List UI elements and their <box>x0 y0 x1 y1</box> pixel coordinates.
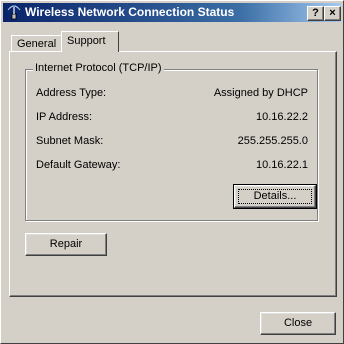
tab-support-label: Support <box>67 35 106 47</box>
address-type-value: Assigned by DHCP <box>213 87 308 99</box>
subnet-mask-value: 255.255.255.0 <box>237 135 308 147</box>
close-button[interactable]: Close <box>260 312 336 335</box>
ip-address-label: IP Address: <box>36 111 93 123</box>
subnet-mask-row: Subnet Mask: 255.255.255.0 <box>36 135 308 149</box>
tab-general[interactable]: General <box>11 35 63 52</box>
close-button-label: Close <box>283 317 313 329</box>
default-gateway-value: 10.16.22.1 <box>256 159 308 171</box>
status-dialog: Wireless Network Connection Status ? × G… <box>0 0 344 344</box>
support-tab-panel: Internet Protocol (TCP/IP) Address Type:… <box>9 51 337 297</box>
close-window-button[interactable]: × <box>324 6 341 21</box>
groupbox-title: Internet Protocol (TCP/IP) <box>33 62 164 74</box>
default-gateway-row: Default Gateway: 10.16.22.1 <box>36 159 308 173</box>
repair-button[interactable]: Repair <box>25 233 107 256</box>
address-type-label: Address Type: <box>36 87 107 99</box>
network-antenna-icon <box>7 5 21 20</box>
ip-address-row: IP Address: 10.16.22.2 <box>36 111 308 125</box>
repair-button-label: Repair <box>49 238 83 250</box>
address-type-row: Address Type: Assigned by DHCP <box>36 87 308 101</box>
tab-general-label: General <box>17 38 57 50</box>
help-button[interactable]: ? <box>307 6 324 21</box>
details-button[interactable]: Details... <box>233 184 317 209</box>
tcpip-groupbox: Internet Protocol (TCP/IP) Address Type:… <box>25 62 318 221</box>
tab-support[interactable]: Support <box>61 31 119 52</box>
subnet-mask-label: Subnet Mask: <box>36 135 104 147</box>
close-icon: × <box>329 7 336 19</box>
focus-rectangle <box>238 189 312 204</box>
ip-address-value: 10.16.22.2 <box>256 111 308 123</box>
title-bar[interactable]: Wireless Network Connection Status ? × <box>3 3 341 22</box>
window-title: Wireless Network Connection Status <box>25 5 235 19</box>
default-gateway-label: Default Gateway: <box>36 159 121 171</box>
